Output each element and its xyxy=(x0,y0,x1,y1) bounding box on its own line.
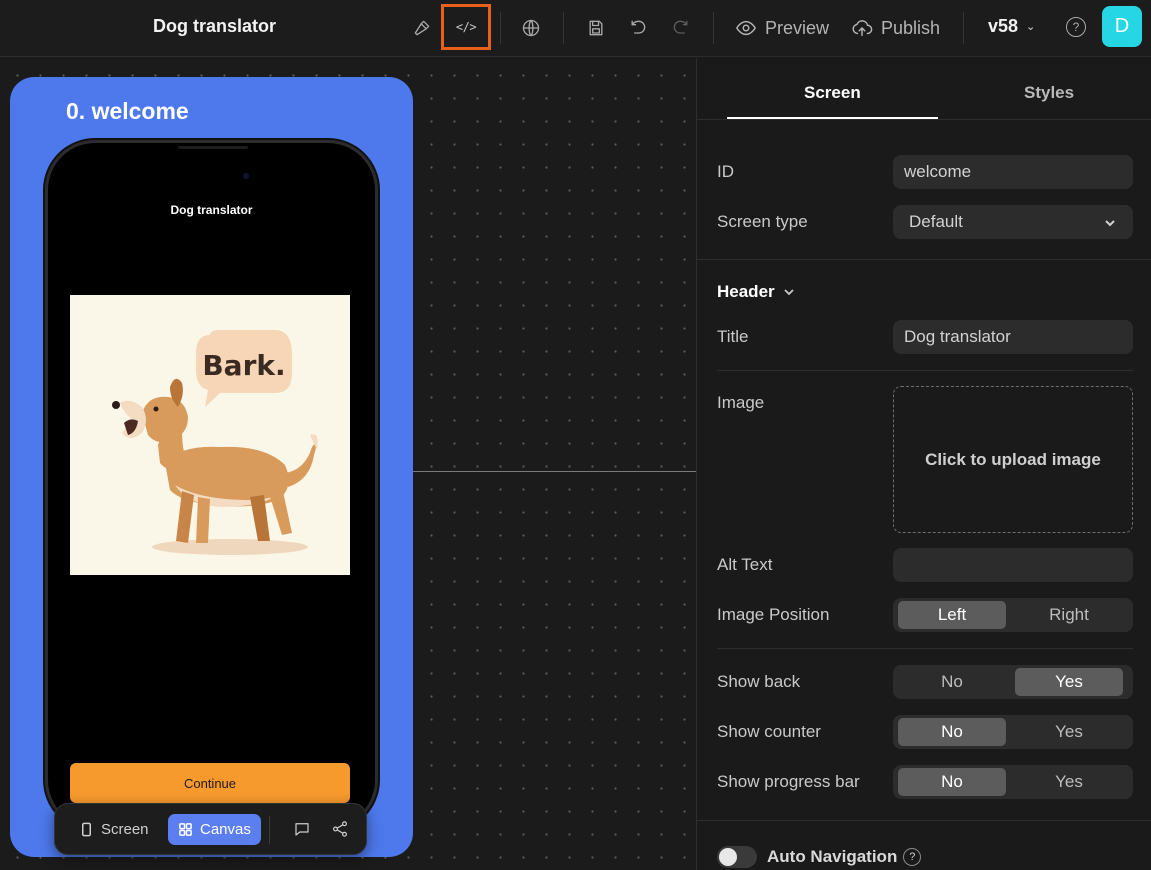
chevron-down-icon xyxy=(784,289,794,296)
code-view-button[interactable]: </> xyxy=(441,4,491,50)
show-back-no[interactable]: No xyxy=(898,668,1006,696)
frame-title: 0. welcome xyxy=(66,98,189,124)
connector-line xyxy=(378,471,696,472)
show-counter-no[interactable]: No xyxy=(898,718,1006,746)
canvas-bottom-toolbar: Screen Canvas xyxy=(54,803,367,855)
redo-icon[interactable] xyxy=(667,14,695,42)
field-divider xyxy=(717,648,1133,649)
chevron-down-icon xyxy=(1103,215,1117,229)
show-progress-bar-no[interactable]: No xyxy=(898,768,1006,796)
alt-text-label: Alt Text xyxy=(717,555,773,574)
tabs-divider xyxy=(697,119,1151,120)
toolbar-divider xyxy=(563,12,564,44)
phone-camera xyxy=(243,173,249,179)
id-label: ID xyxy=(717,162,734,181)
switch-knob xyxy=(719,848,737,866)
comment-icon[interactable] xyxy=(291,818,313,840)
show-counter-yes[interactable]: Yes xyxy=(1015,718,1123,746)
image-position-left[interactable]: Left xyxy=(898,601,1006,629)
toolbar-divider xyxy=(500,12,501,44)
image-label: Image xyxy=(717,393,765,412)
toolbar-divider xyxy=(269,816,270,844)
publish-button[interactable]: Publish xyxy=(851,14,940,42)
canvas-area[interactable]: 0. welcome Dog translator Bark. Continue… xyxy=(0,58,696,870)
header-section-title: Header xyxy=(717,282,775,301)
phone-icon xyxy=(82,822,91,837)
cloud-upload-icon xyxy=(852,20,873,37)
show-counter-label: Show counter xyxy=(717,722,821,741)
undo-icon[interactable] xyxy=(624,14,652,42)
avatar[interactable]: D xyxy=(1102,6,1142,47)
screen-type-label: Screen type xyxy=(717,212,808,231)
image-position-toggle: Left Right xyxy=(893,598,1133,632)
show-counter-toggle: No Yes xyxy=(893,715,1133,749)
auto-navigation-row: Auto Navigation ? xyxy=(767,847,922,867)
version-label: v58 xyxy=(988,16,1019,36)
phone-header-title: Dog translator xyxy=(170,203,253,217)
alt-text-field[interactable] xyxy=(893,548,1133,582)
id-field[interactable]: welcome xyxy=(893,155,1133,189)
title-field[interactable]: Dog translator xyxy=(893,320,1133,354)
app-title: Dog translator xyxy=(153,16,277,36)
image-upload-dropzone[interactable]: Click to upload image xyxy=(893,386,1133,533)
header-section-toggle[interactable]: Header xyxy=(717,282,795,302)
help-icon[interactable]: ? xyxy=(903,848,922,866)
auto-navigation-switch[interactable] xyxy=(717,846,757,868)
preview-button[interactable]: Preview xyxy=(735,14,829,42)
canvas-view-toggle[interactable]: Canvas xyxy=(168,814,261,845)
show-back-toggle: No Yes xyxy=(893,665,1133,699)
screen-type-value: Default xyxy=(909,212,963,231)
screen-frame-welcome[interactable]: 0. welcome Dog translator Bark. Continue xyxy=(10,77,413,857)
screen-view-toggle[interactable]: Screen xyxy=(69,814,159,845)
section-divider xyxy=(697,259,1151,260)
publish-label: Publish xyxy=(881,17,941,38)
properties-panel: Screen Styles ID welcome Screen type Def… xyxy=(696,58,1151,870)
image-position-label: Image Position xyxy=(717,605,830,624)
help-icon[interactable]: ? xyxy=(1066,17,1086,37)
show-progress-bar-label: Show progress bar xyxy=(717,772,860,791)
show-progress-bar-yes[interactable]: Yes xyxy=(1015,768,1123,796)
show-progress-bar-toggle: No Yes xyxy=(893,765,1133,799)
version-selector[interactable]: v58 ⌄ xyxy=(988,16,1035,37)
dog-illustration: Bark. xyxy=(70,295,350,575)
speech-bubble-text: Bark. xyxy=(202,349,285,382)
toolbar-divider xyxy=(713,12,714,44)
continue-button[interactable]: Continue xyxy=(70,763,350,803)
screen-toggle-label: Screen xyxy=(101,821,149,838)
share-icon[interactable] xyxy=(329,818,351,840)
title-label: Title xyxy=(717,327,749,346)
tab-styles[interactable]: Styles xyxy=(1024,83,1074,103)
hammer-icon[interactable] xyxy=(408,14,436,42)
canvas-toggle-label: Canvas xyxy=(200,821,251,838)
show-back-yes[interactable]: Yes xyxy=(1015,668,1123,696)
tab-screen[interactable]: Screen xyxy=(804,83,861,103)
image-position-right[interactable]: Right xyxy=(1015,601,1123,629)
show-back-label: Show back xyxy=(717,672,801,691)
top-bar: Dog translator </> Preview Publish v58 ⌄… xyxy=(0,0,1151,57)
grid-icon xyxy=(179,823,192,836)
toolbar-divider xyxy=(963,12,964,44)
save-icon[interactable] xyxy=(582,14,610,42)
eye-icon xyxy=(736,20,756,36)
chevron-down-icon: ⌄ xyxy=(1026,21,1036,33)
preview-label: Preview xyxy=(765,17,830,38)
globe-icon[interactable] xyxy=(517,14,545,42)
auto-navigation-label: Auto Navigation xyxy=(767,847,898,866)
phone-speaker xyxy=(178,146,248,149)
code-icon: </> xyxy=(455,20,477,34)
phone-preview: Dog translator Bark. Continue xyxy=(45,140,378,830)
field-divider xyxy=(717,370,1133,371)
section-divider xyxy=(697,820,1151,821)
screen-type-select[interactable]: Default xyxy=(893,205,1133,239)
